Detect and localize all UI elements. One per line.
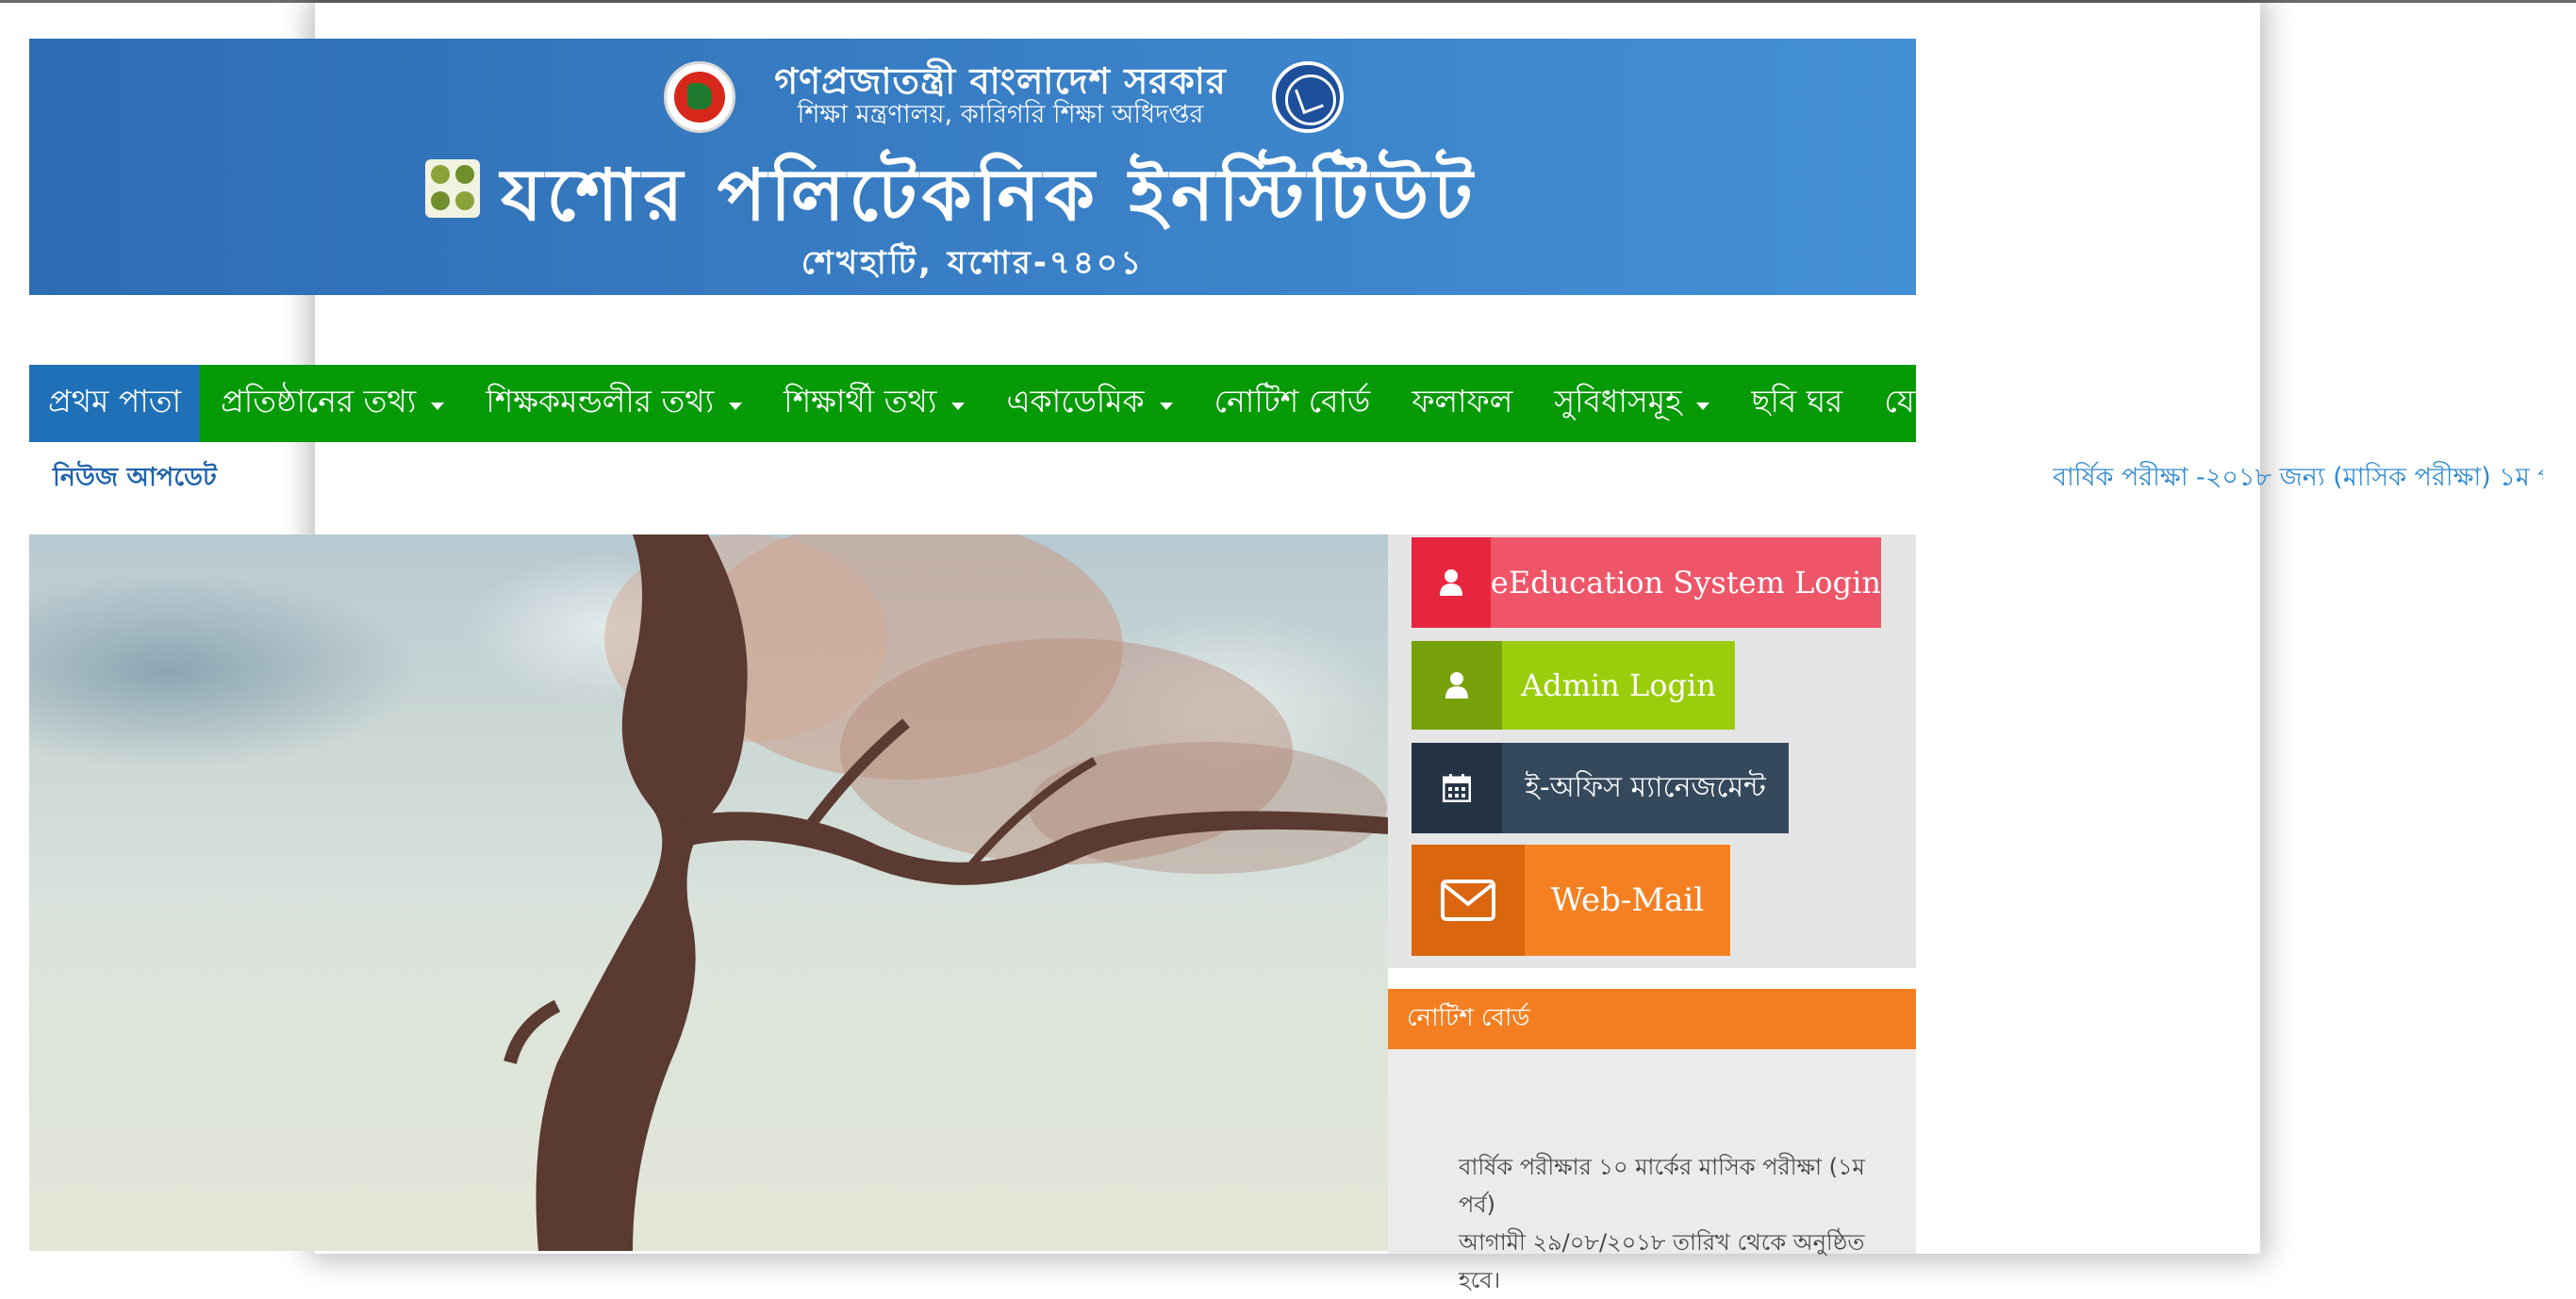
nav-item-label: শিক্ষকমন্ডলীর তথ্য	[486, 383, 715, 419]
e-office-management-button[interactable]: ই-অফিস ম্যানেজমেন্ট	[1412, 743, 1789, 833]
tree-illustration	[504, 534, 1388, 1251]
nav-item-label: একাডেমিক	[1006, 383, 1145, 419]
user-icon	[1412, 537, 1491, 628]
button-label: Web-Mail	[1550, 881, 1705, 919]
institute-address: শেখহাটি, যশোর-৭৪০১	[801, 244, 1145, 282]
notice-line: আগামী ২৯/০৮/২০১৮ তারিখ থেকে অনুষ্ঠিত হবে…	[1459, 1229, 1865, 1293]
nav-item-label: শিক্ষার্থী তথ্য	[784, 383, 937, 419]
button-label: Admin Login	[1521, 667, 1716, 703]
nav-item-institute-info[interactable]: প্রতিষ্ঠানের তথ্য	[200, 365, 465, 442]
caret-down-icon	[1696, 403, 1710, 410]
eeducation-login-button[interactable]: eEducation System Login	[1412, 537, 1881, 628]
news-ticker-link[interactable]: বার্ষিক পরীক্ষা -২০১৮ জন্য (মাসিক পরীক্ষ…	[2053, 458, 2543, 501]
webmail-button[interactable]: Web-Mail	[1412, 845, 1730, 956]
notice-item[interactable]: বার্ষিক পরীক্ষার ১০ মার্কের মাসিক পরীক্ষ…	[1459, 1148, 1902, 1299]
notice-board-header: নোটিশ বোর্ড	[1388, 989, 1916, 1049]
nav-item-gallery[interactable]: ছবি ঘর	[1730, 365, 1863, 442]
nav-item-label: প্রতিষ্ঠানের তথ্য	[221, 383, 417, 419]
nav-item-home[interactable]: প্রথম পাতা	[29, 365, 201, 442]
nav-item-label: প্রথম পাতা	[48, 383, 182, 419]
main-nav: প্রথম পাতা প্রতিষ্ঠানের তথ্য শিক্ষকমন্ডল…	[29, 365, 2013, 442]
caret-down-icon	[729, 403, 743, 410]
hero-slider-image[interactable]	[29, 534, 1388, 1251]
gov-subtitle: শিক্ষা মন্ত্রণালয়, কারিগরি শিক্ষা অধিদপ…	[797, 100, 1204, 129]
bangladesh-govt-emblem-icon	[664, 61, 735, 133]
nav-item-contact[interactable]: যোগাযোগ	[1863, 365, 2034, 442]
nav-item-notice-board[interactable]: নোটিশ বোর্ড	[1194, 365, 1392, 442]
institute-logo-icon	[425, 159, 480, 218]
technical-education-emblem-icon	[1272, 61, 1344, 133]
nav-item-academic[interactable]: একাডেমিক	[985, 365, 1193, 442]
nav-item-label: নোটিশ বোর্ড	[1214, 383, 1371, 419]
calendar-icon	[1412, 743, 1502, 833]
nav-item-facilities[interactable]: সুবিধাসমূহ	[1533, 365, 1730, 442]
site-banner: গণপ্রজাতন্ত্রী বাংলাদেশ সরকার শিক্ষা মন্…	[29, 39, 1916, 295]
admin-login-button[interactable]: Admin Login	[1412, 641, 1735, 730]
news-update-label: নিউজ আপডেট	[53, 463, 217, 492]
user-icon	[1412, 641, 1502, 730]
nav-item-student-info[interactable]: শিক্ষার্থী তথ্য	[763, 365, 985, 442]
nav-item-label: ছবি ঘর	[1751, 383, 1843, 419]
button-label: eEducation System Login	[1490, 565, 1881, 600]
nav-item-teachers-info[interactable]: শিক্ষকমন্ডলীর তথ্য	[465, 365, 763, 442]
caret-down-icon	[431, 403, 445, 410]
nav-item-label: সুবিধাসমূহ	[1554, 383, 1682, 419]
caret-down-icon	[951, 403, 966, 410]
caret-down-icon	[1159, 403, 1173, 410]
notice-line: বার্ষিক পরীক্ষার ১০ মার্কের মাসিক পরীক্ষ…	[1459, 1154, 1865, 1218]
nav-item-label: যোগাযোগ	[1884, 383, 2013, 419]
nav-item-results[interactable]: ফলাফল	[1391, 365, 1533, 442]
nav-item-label: ফলাফল	[1412, 383, 1513, 419]
button-label: ই-অফিস ম্যানেজমেন্ট	[1525, 770, 1766, 804]
envelope-icon	[1412, 845, 1525, 956]
